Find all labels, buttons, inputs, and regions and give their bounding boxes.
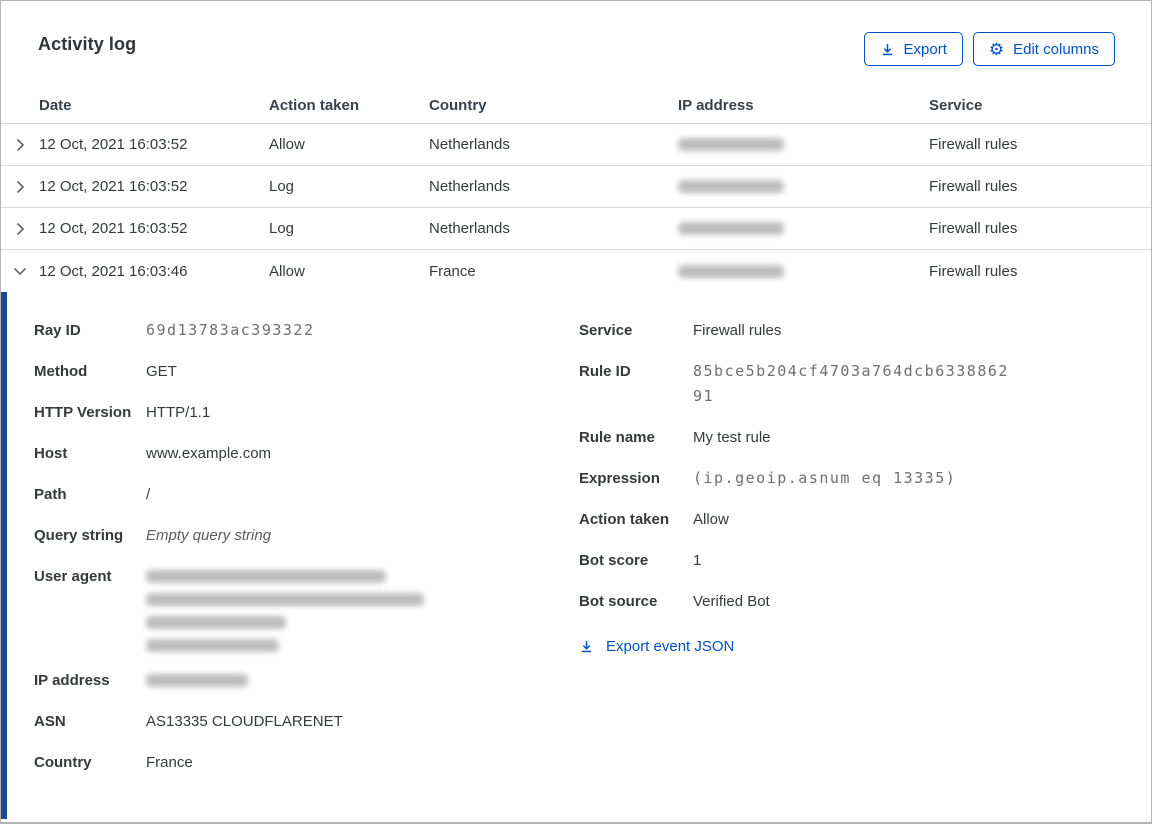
detail-rule-id: Rule ID 85bce5b204cf4703a764dcb633886291 (579, 362, 1009, 405)
table-row[interactable]: 12 Oct, 2021 16:03:52 Log Netherlands Fi… (1, 166, 1151, 208)
column-header-action-taken: Action taken (269, 97, 360, 114)
download-icon (880, 42, 895, 57)
detail-column-right: Service Firewall rules Rule ID 85bce5b20… (579, 318, 1018, 799)
cell-action-taken: Allow (269, 136, 305, 153)
edit-columns-button[interactable]: ⚙ Edit columns (972, 32, 1115, 66)
chevron-right-icon[interactable] (1, 179, 39, 195)
chevron-right-icon[interactable] (1, 137, 39, 153)
user-agent-redacted (146, 564, 424, 652)
cell-country: France (429, 262, 476, 280)
detail-bot-source: Bot source Verified Bot (579, 593, 770, 610)
cell-action-taken: Log (269, 178, 295, 195)
cell-service: Firewall rules (929, 178, 1018, 195)
table-row-expanded[interactable]: 12 Oct, 2021 16:03:46 Allow France Firew… (1, 250, 1151, 292)
table-row[interactable]: 12 Oct, 2021 16:03:52 Allow Netherlands … (1, 124, 1151, 166)
cell-country: Netherlands (429, 136, 510, 153)
column-header-service: Service (929, 97, 983, 114)
cell-country: Netherlands (429, 178, 510, 195)
cell-ip-address-redacted (678, 264, 929, 278)
table-row[interactable]: 12 Oct, 2021 16:03:52 Log Netherlands Fi… (1, 208, 1151, 250)
activity-log-table: Date Action taken Country IP address Ser… (1, 90, 1151, 819)
detail-path: Path / (34, 486, 151, 503)
cell-action-taken: Log (269, 220, 295, 237)
cell-country: Netherlands (429, 220, 510, 237)
event-detail-panel: Ray ID 69d13783ac393322 Method GET HTTP … (1, 292, 1151, 819)
activity-log-panel: Activity log Export ⚙ Edit columns Date … (0, 0, 1152, 824)
cell-ip-address-redacted (678, 222, 929, 235)
table-header-row: Date Action taken Country IP address Ser… (1, 90, 1151, 124)
detail-ray-id: Ray ID 69d13783ac393322 (34, 321, 315, 339)
ip-address-redacted (146, 668, 248, 693)
column-header-country: Country (429, 97, 487, 114)
export-event-json-label: Export event JSON (606, 638, 735, 655)
cell-service: Firewall rules (929, 220, 1018, 237)
detail-country: Country France (34, 754, 193, 771)
detail-bot-score: Bot score 1 (579, 552, 702, 569)
detail-expression: Expression (ip.geoip.asnum eq 13335) (579, 469, 957, 487)
export-button[interactable]: Export (863, 32, 963, 66)
column-header-date: Date (39, 97, 72, 114)
detail-query-string: Query string Empty query string (34, 527, 272, 544)
download-icon (579, 639, 594, 654)
edit-columns-button-label: Edit columns (1013, 40, 1099, 58)
detail-http-version: HTTP Version HTTP/1.1 (34, 404, 211, 421)
column-header-ip-address: IP address (678, 97, 754, 114)
chevron-right-icon[interactable] (1, 221, 39, 237)
detail-ip-address: IP address (34, 668, 579, 693)
detail-method: Method GET (34, 363, 177, 380)
chevron-down-icon[interactable] (1, 263, 39, 279)
cell-action-taken: Allow (269, 262, 305, 280)
cell-date: 12 Oct, 2021 16:03:52 (39, 220, 188, 237)
cell-service: Firewall rules (929, 262, 1018, 280)
cell-date: 12 Oct, 2021 16:03:46 (39, 262, 188, 280)
cell-ip-address-redacted (678, 138, 929, 151)
cell-ip-address-redacted (678, 180, 929, 193)
detail-rule-name: Rule name My test rule (579, 429, 771, 446)
gear-icon: ⚙ (988, 39, 1005, 59)
detail-asn: ASN AS13335 CLOUDFLARENET (34, 713, 343, 730)
detail-column-left: Ray ID 69d13783ac393322 Method GET HTTP … (34, 318, 579, 799)
detail-service: Service Firewall rules (579, 322, 782, 339)
cell-service: Firewall rules (929, 136, 1018, 153)
detail-host: Host www.example.com (34, 445, 272, 462)
export-button-label: Export (903, 40, 947, 58)
toolbar: Export ⚙ Edit columns (863, 32, 1115, 66)
cell-date: 12 Oct, 2021 16:03:52 (39, 136, 188, 153)
detail-user-agent: User agent (34, 564, 579, 652)
detail-action-taken: Action taken Allow (579, 511, 729, 528)
export-event-json-link[interactable]: Export event JSON (579, 638, 1018, 655)
cell-date: 12 Oct, 2021 16:03:52 (39, 178, 188, 195)
